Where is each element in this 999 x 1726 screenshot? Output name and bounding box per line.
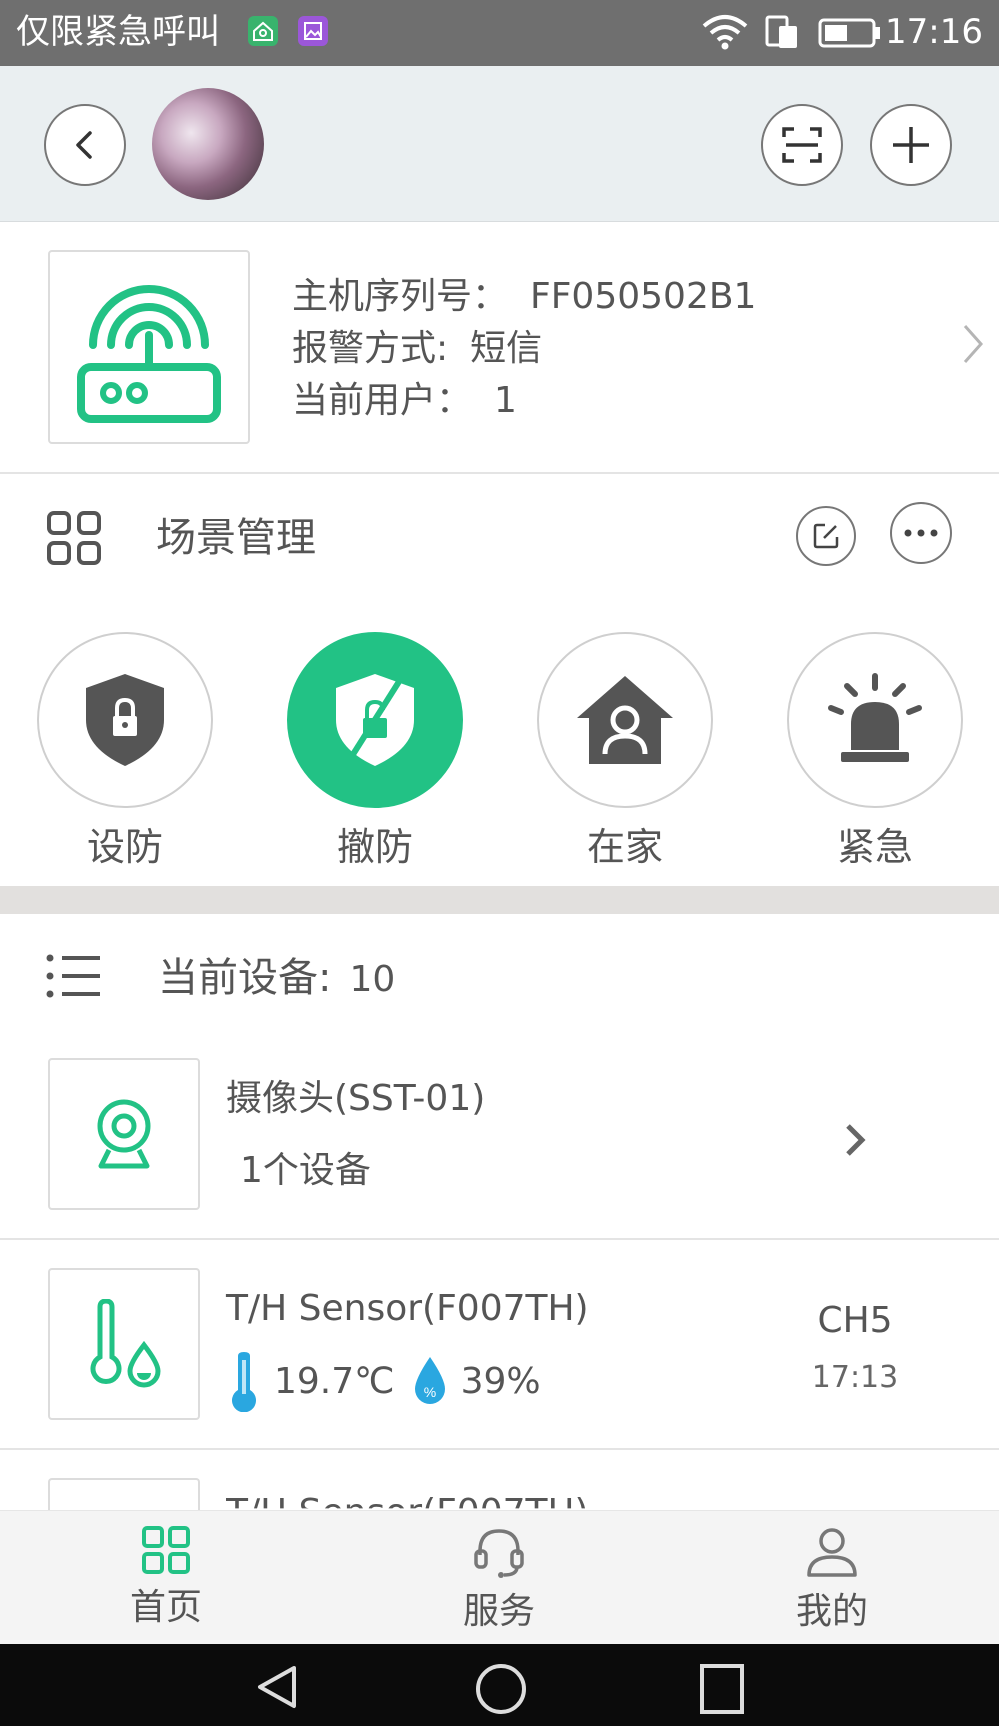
tab-home-label: 首页 xyxy=(129,1587,202,1628)
battery-icon xyxy=(818,18,880,48)
system-back-icon[interactable] xyxy=(252,1662,302,1712)
tab-home[interactable]: 首页 xyxy=(86,1525,246,1631)
host-serial-row: 主机序列号： FF050502B1 xyxy=(292,274,756,320)
mode-home[interactable]: 在家 xyxy=(537,632,713,872)
scan-icon xyxy=(782,127,822,163)
more-button[interactable] xyxy=(890,502,952,564)
gallery-app-icon xyxy=(298,16,328,46)
edit-icon xyxy=(813,523,839,549)
temperature-value: 19.7℃ xyxy=(274,1360,395,1402)
add-button[interactable] xyxy=(870,104,952,186)
tab-service[interactable]: 服务 xyxy=(419,1525,579,1635)
user-icon xyxy=(807,1528,857,1577)
device-count: 10 xyxy=(349,959,396,1000)
host-thumbnail xyxy=(48,250,250,444)
scene-title: 场景管理 xyxy=(156,515,316,561)
sim-icon xyxy=(765,15,797,48)
app-bar xyxy=(0,66,999,222)
list-icon xyxy=(46,954,100,998)
back-button[interactable] xyxy=(44,104,126,186)
device-name: 摄像头(SST-01) xyxy=(226,1078,486,1119)
device-name: T/H Sensor(F007TH) xyxy=(226,1288,589,1329)
mode-disarm[interactable]: 撤防 xyxy=(287,632,463,872)
reading-time: 17:13 xyxy=(811,1360,899,1395)
host-alarm-label: 报警方式: xyxy=(292,328,449,369)
humidity-value: 39% xyxy=(460,1360,541,1402)
mode-emergency[interactable]: 紧急 xyxy=(787,632,963,872)
shield-lock-icon xyxy=(86,674,164,766)
headset-icon xyxy=(474,1529,524,1578)
host-user-value: 1 xyxy=(494,380,517,421)
list-item[interactable]: T/H Sensor(F007TH) xyxy=(0,1450,999,1558)
shield-unlock-icon xyxy=(336,674,414,766)
system-nav-bar xyxy=(0,1644,999,1726)
camera-icon xyxy=(97,1099,151,1169)
scan-button[interactable] xyxy=(761,104,843,186)
sensor-readings: 19.7℃ % 39% xyxy=(228,1350,559,1412)
device-list-label: 当前设备: xyxy=(158,955,332,1001)
more-icon xyxy=(904,529,938,537)
router-icon xyxy=(77,285,221,423)
device-thumbnail xyxy=(48,1268,200,1420)
plus-icon xyxy=(893,127,929,163)
host-alarm-row: 报警方式: 短信 xyxy=(292,326,542,372)
grid-icon xyxy=(47,511,101,565)
scene-section: 场景管理 设防 撤防 在家 紧急 xyxy=(0,474,999,886)
system-home-icon[interactable] xyxy=(474,1662,528,1716)
tab-service-label: 服务 xyxy=(462,1591,535,1632)
section-divider xyxy=(0,886,999,914)
list-item[interactable]: 摄像头(SST-01) 1个设备 xyxy=(0,1030,999,1240)
mode-disarm-label: 撤防 xyxy=(336,825,413,869)
bottom-nav: 首页 服务 我的 xyxy=(0,1510,999,1644)
thermometer-drop-icon xyxy=(90,1299,161,1388)
host-user-row: 当前用户： 1 xyxy=(292,378,517,424)
host-card[interactable]: 主机序列号： FF050502B1 报警方式: 短信 当前用户： 1 xyxy=(0,222,999,474)
humidity-icon: % xyxy=(414,1357,445,1404)
status-bar: 仅限紧急呼叫 17:16 xyxy=(0,0,999,66)
mode-arm[interactable]: 设防 xyxy=(37,632,213,872)
mode-arm-label: 设防 xyxy=(86,825,163,869)
host-user-label: 当前用户： xyxy=(292,380,473,421)
tab-mine[interactable]: 我的 xyxy=(752,1525,912,1635)
host-serial-value: FF050502B1 xyxy=(530,276,757,317)
tab-mine-label: 我的 xyxy=(795,1591,868,1632)
chevron-right-icon xyxy=(963,325,984,363)
device-sub: 1个设备 xyxy=(240,1150,371,1191)
device-list-title: 当前设备: 10 xyxy=(158,950,395,1008)
home-person-icon xyxy=(577,676,673,764)
home-app-icon xyxy=(248,16,278,46)
host-alarm-value: 短信 xyxy=(470,328,543,369)
clock: 17:16 xyxy=(885,12,983,52)
chevron-right-icon xyxy=(846,1124,866,1156)
channel-label: CH5 xyxy=(817,1300,893,1341)
system-recents-icon[interactable] xyxy=(698,1662,746,1716)
svg-text:%: % xyxy=(423,1384,435,1400)
carrier-text: 仅限紧急呼叫 xyxy=(16,12,220,52)
device-list-header: 当前设备: 10 xyxy=(0,914,999,1038)
list-item[interactable]: T/H Sensor(F007TH) 19.7℃ % 39% CH5 17:13 xyxy=(0,1240,999,1450)
mode-emergency-label: 紧急 xyxy=(836,825,913,869)
mode-home-label: 在家 xyxy=(586,825,663,869)
host-serial-label: 主机序列号： xyxy=(292,276,509,317)
grid-icon xyxy=(142,1526,190,1574)
back-icon xyxy=(76,131,92,159)
thermometer-icon xyxy=(232,1352,256,1412)
wifi-icon xyxy=(702,15,748,50)
siren-icon xyxy=(828,673,922,762)
avatar[interactable] xyxy=(152,88,264,200)
edit-scene-button[interactable] xyxy=(796,506,856,566)
device-thumbnail xyxy=(48,1058,200,1210)
